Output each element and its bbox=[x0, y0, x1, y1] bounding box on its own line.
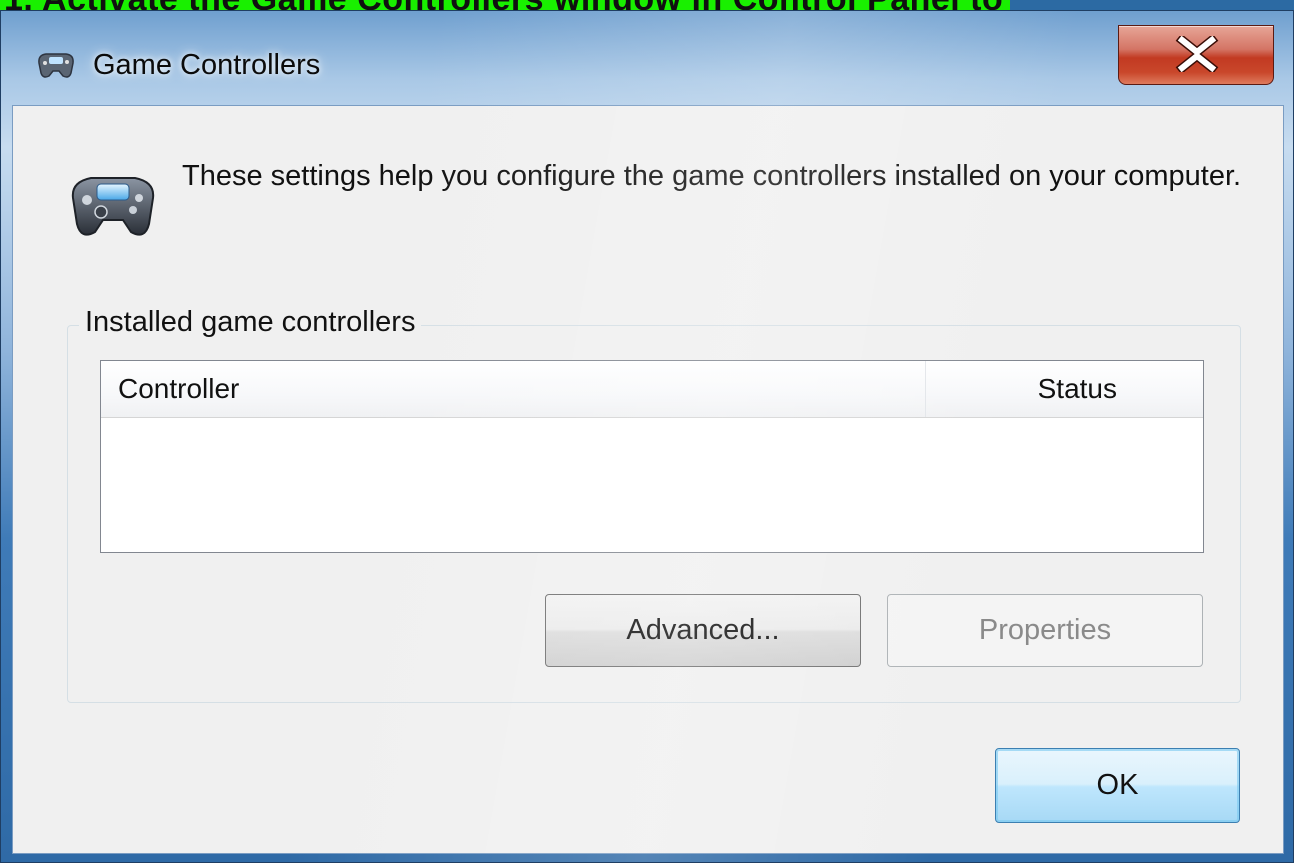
column-header-controller[interactable]: Controller bbox=[101, 361, 926, 417]
column-header-status[interactable]: Status bbox=[926, 361, 1203, 417]
list-body[interactable] bbox=[101, 418, 1203, 552]
controllers-list[interactable]: Controller Status bbox=[100, 360, 1204, 553]
gamepad-icon bbox=[38, 53, 74, 78]
title-bar[interactable]: Game Controllers bbox=[1, 11, 1293, 103]
dialog-body: These settings help you configure the ga… bbox=[12, 105, 1284, 854]
game-controller-icon bbox=[71, 177, 155, 236]
window-title: Game Controllers bbox=[93, 49, 321, 81]
list-header: Controller Status bbox=[101, 361, 1203, 418]
ok-button[interactable]: OK bbox=[995, 748, 1240, 823]
header-description: These settings help you configure the ga… bbox=[182, 160, 1242, 192]
group-label: Installed game controllers bbox=[79, 306, 422, 339]
close-icon bbox=[1175, 36, 1219, 72]
advanced-button[interactable]: Advanced... bbox=[545, 594, 861, 667]
game-controllers-window: Game Controllers These settings help you… bbox=[0, 10, 1294, 863]
close-button[interactable] bbox=[1118, 25, 1274, 85]
properties-button[interactable]: Properties bbox=[887, 594, 1203, 667]
